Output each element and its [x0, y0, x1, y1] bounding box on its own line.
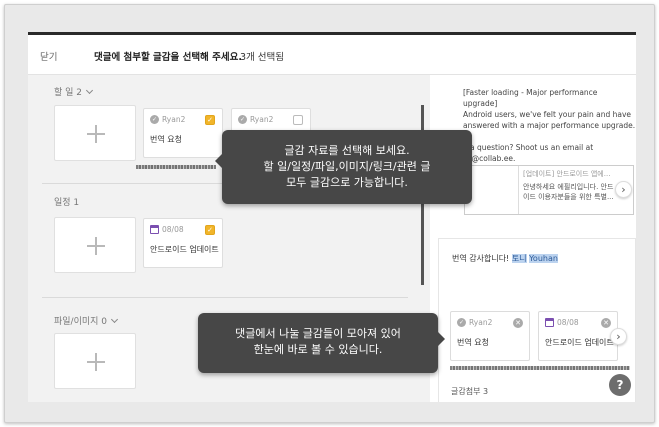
card-author: Ryan2 [162, 115, 186, 124]
chevron-right-icon[interactable]: › [610, 328, 627, 345]
card-date: 08/08 [162, 225, 184, 234]
attach-count: 글감첨부 3 [451, 387, 489, 396]
tooltip-attached-materials: 댓글에서 나눌 글감들이 모아져 있어 한눈에 바로 볼 수 있습니다. [198, 313, 445, 373]
app-screen: 닫기 댓글에 첨부할 글감을 선택해 주세요. 3개 선택됨 할 일 2 ✓ R… [28, 32, 636, 402]
blurred-text [450, 366, 630, 370]
close-button[interactable]: 닫기 [40, 49, 57, 63]
blurred-text [136, 165, 216, 169]
selected-count: 3개 선택됨 [240, 52, 285, 63]
comment-text: 번역 감사합니다! 토니 Youhan [452, 254, 558, 263]
link-preview-title: [업데이트] 안드로이드 앱에... [523, 170, 611, 178]
attached-card-1[interactable]: ✓ Ryan2 ✕ 번역 요청 [450, 311, 530, 361]
card-title: 번역 요청 [150, 135, 182, 144]
attached-card-2[interactable]: 08/08 ✕ 안드로이드 업데이트 [538, 311, 618, 361]
schedule-card-1[interactable]: 08/08 ✓ 안드로이드 업데이트 [143, 218, 223, 268]
add-file-button[interactable] [54, 333, 136, 389]
card-checkbox-checked[interactable]: ✓ [205, 115, 215, 125]
link-preview-card[interactable]: [업데이트] 안드로이드 앱에... 안녕하세요 에필리입니다. 안드 이드 이… [464, 165, 634, 215]
remove-attachment-button[interactable]: ✕ [601, 318, 611, 328]
section-divider [42, 297, 408, 298]
section-label-todo: 할 일 2 [54, 88, 83, 98]
section-label-schedule: 일정 1 [54, 198, 80, 208]
card-author: Ryan2 [250, 115, 274, 124]
section-label-files: 파일/이미지 0 [54, 317, 108, 327]
calendar-icon [545, 318, 554, 327]
add-schedule-button[interactable] [54, 217, 136, 273]
chevron-down-icon [110, 315, 119, 324]
section-toggle-todo[interactable]: 할 일 2 [54, 85, 94, 98]
section-toggle-files[interactable]: 파일/이미지 0 [54, 314, 119, 327]
todo-check-icon: ✓ [238, 115, 247, 124]
chevron-right-icon[interactable]: › [615, 181, 632, 198]
todo-card-1[interactable]: ✓ Ryan2 ✓ 번역 요청 [143, 108, 223, 158]
calendar-icon [150, 225, 159, 234]
remove-attachment-button[interactable]: ✕ [513, 318, 523, 328]
chevron-down-icon [85, 86, 94, 95]
post-panel: [Faster loading - Major performance upgr… [430, 75, 636, 402]
card-checkbox[interactable] [293, 115, 303, 125]
link-thumbnail [465, 166, 519, 214]
screenshot-frame: 닫기 댓글에 첨부할 글감을 선택해 주세요. 3개 선택됨 할 일 2 ✓ R… [4, 4, 655, 423]
help-icon[interactable]: ? [609, 374, 631, 396]
modal-header: 닫기 댓글에 첨부할 글감을 선택해 주세요. 3개 선택됨 [28, 35, 636, 75]
page-title: 댓글에 첨부할 글감을 선택해 주세요. [94, 52, 242, 63]
post-message: [Faster loading - Major performance upgr… [463, 88, 636, 163]
comment-box[interactable]: 번역 감사합니다! 토니 Youhan ✓ Ryan2 ✕ 번역 요청 08/0… [438, 238, 636, 402]
mention-tag[interactable]: Youhan [529, 254, 558, 263]
card-title: 안드로이드 업데이트 [150, 245, 219, 254]
todo-check-icon: ✓ [150, 115, 159, 124]
todo-check-icon: ✓ [457, 318, 466, 327]
add-todo-button[interactable] [54, 105, 136, 161]
tooltip-select-materials: 글감 자료를 선택해 보세요. 할 일/일정/파일,이미지/링크/관련 글 모두… [215, 130, 472, 204]
card-checkbox-checked[interactable]: ✓ [205, 225, 215, 235]
mention-tag[interactable]: 토니 [511, 254, 527, 263]
